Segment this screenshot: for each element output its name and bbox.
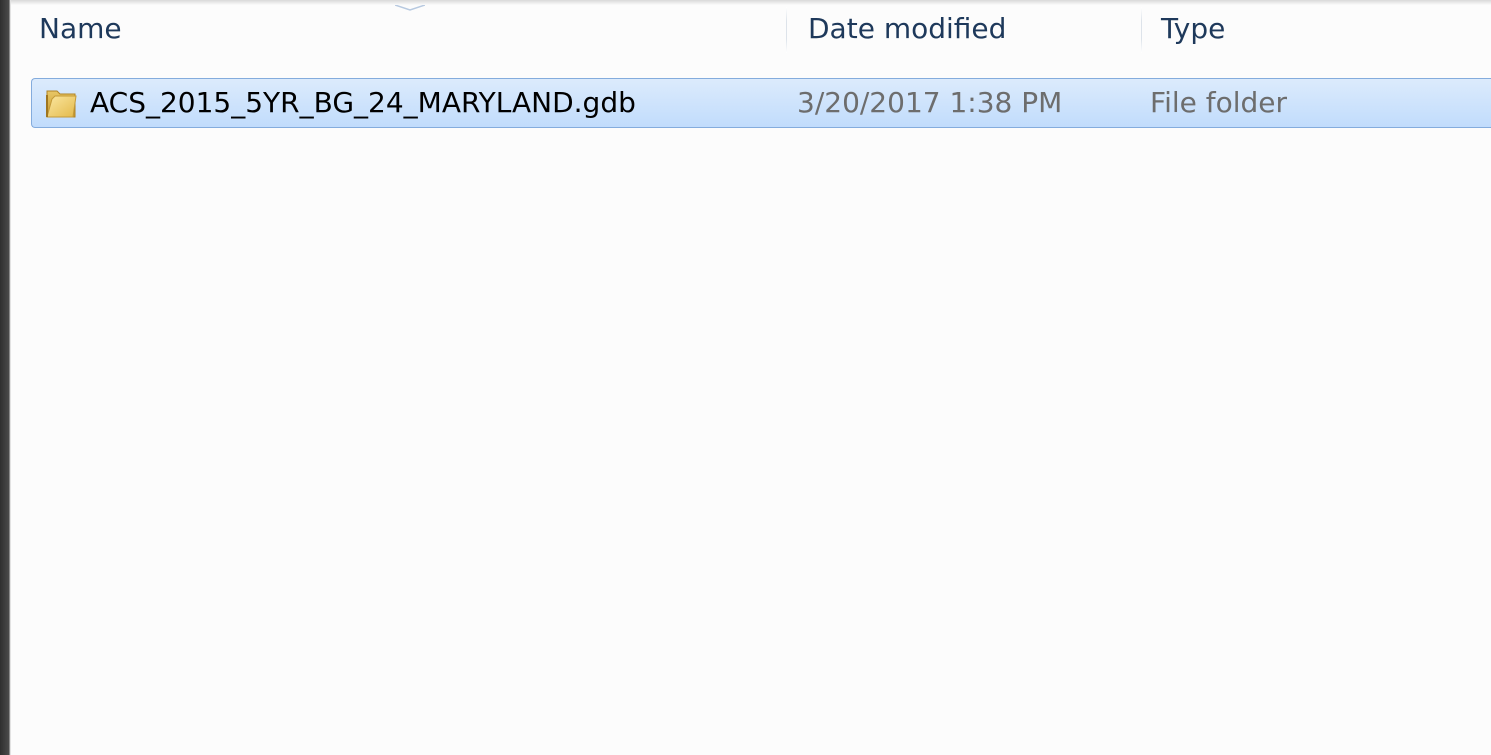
folder-icon — [46, 90, 77, 118]
column-header-date-modified[interactable]: Date modified — [786, 5, 1141, 55]
file-list: ACS_2015_5YR_BG_24_MARYLAND.gdb 3/20/201… — [11, 55, 1491, 755]
file-date-modified: 3/20/2017 1:38 PM — [797, 86, 1063, 119]
column-header-type[interactable]: Type — [1141, 5, 1491, 55]
column-header-name[interactable]: Name — [11, 5, 786, 55]
explorer-window: Name Date modified Type ACS_2015_5YR_BG_… — [0, 0, 1491, 755]
window-left-border — [0, 0, 11, 755]
file-name: ACS_2015_5YR_BG_24_MARYLAND.gdb — [90, 86, 636, 119]
column-header-bar: Name Date modified Type — [11, 5, 1491, 55]
file-row-selected[interactable]: ACS_2015_5YR_BG_24_MARYLAND.gdb 3/20/201… — [31, 78, 1491, 128]
file-type: File folder — [1150, 86, 1288, 119]
